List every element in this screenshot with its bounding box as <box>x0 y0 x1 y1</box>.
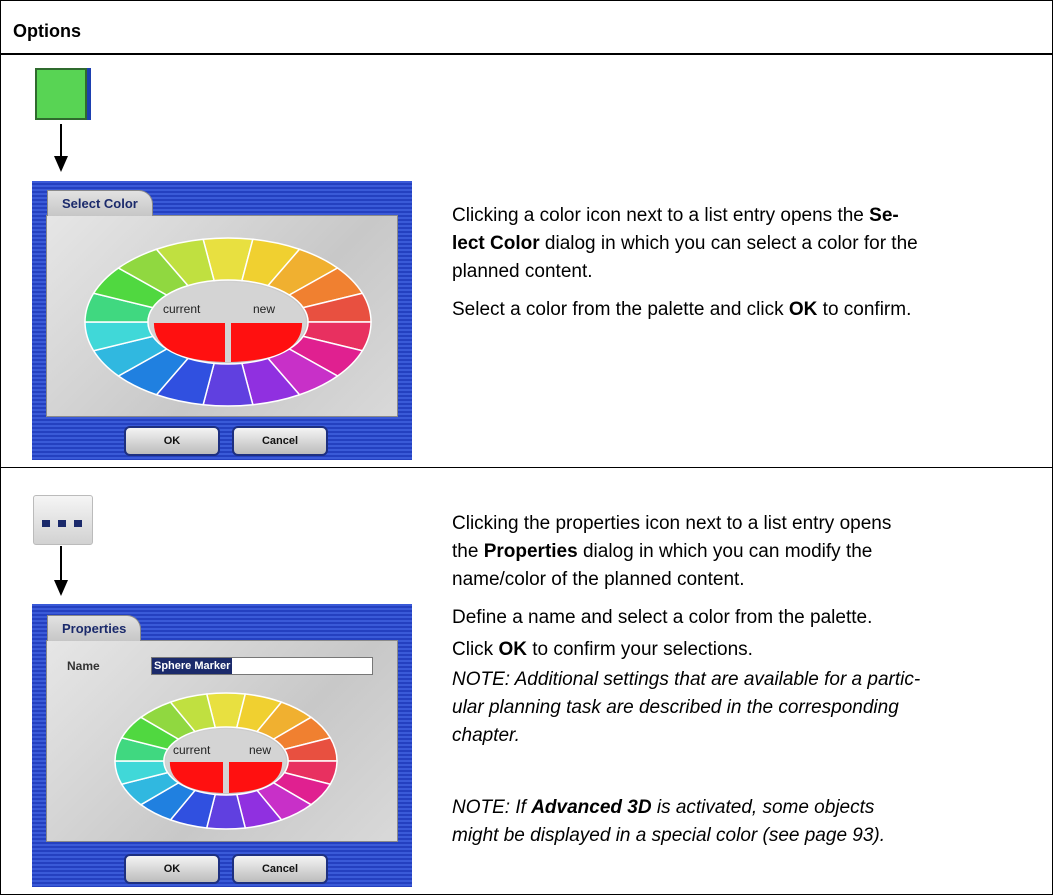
dialog-panel: Properties Name Sphere Marker current ne… <box>46 615 398 842</box>
dialog-panel: Select Color current new <box>46 190 398 417</box>
name-value: Sphere Marker <box>152 658 233 674</box>
cancel-button[interactable]: Cancel <box>232 426 328 456</box>
arrow-head-icon <box>54 156 68 172</box>
name-label: Name <box>67 659 100 673</box>
new-label: new <box>253 302 276 316</box>
dialog-tab[interactable]: Properties <box>47 615 142 641</box>
properties-icon[interactable] <box>33 495 93 545</box>
note-additional-settings: NOTE: Additional settings that are avail… <box>452 669 921 746</box>
row1-paragraph-2: Select a color from the palette and clic… <box>452 299 912 320</box>
arrow-down-icon <box>60 124 62 158</box>
cancel-button[interactable]: Cancel <box>232 854 328 884</box>
current-label: current <box>173 743 211 757</box>
ok-button[interactable]: OK <box>124 426 220 456</box>
color-swatch-icon[interactable] <box>35 68 87 120</box>
color-wheel[interactable] <box>113 691 339 831</box>
row1-paragraph-1: Clicking a color icon next to a list ent… <box>452 205 918 282</box>
name-input[interactable]: Sphere Marker <box>151 657 373 675</box>
select-color-dialog: Select Color current new OK Cancel <box>32 181 412 460</box>
table-header: Options <box>1 1 1052 55</box>
color-wheel[interactable] <box>83 236 373 408</box>
row2-paragraph-2: Define a name and select a color from th… <box>452 607 873 628</box>
current-label: current <box>163 302 201 316</box>
note-advanced-3d: NOTE: If Advanced 3D is activated, some … <box>452 797 886 846</box>
dialog-tab[interactable]: Select Color <box>47 190 153 216</box>
properties-dialog: Properties Name Sphere Marker current ne… <box>32 604 412 887</box>
header-title: Options <box>13 21 81 41</box>
row2-paragraph-3: Click OK to confirm your selections. <box>452 639 753 660</box>
row-separator <box>1 467 1052 468</box>
arrow-down-icon <box>60 546 62 582</box>
row2-paragraph-1: Clicking the properties icon next to a l… <box>452 513 892 590</box>
new-label: new <box>249 743 272 757</box>
arrow-head-icon <box>54 580 68 596</box>
ok-button[interactable]: OK <box>124 854 220 884</box>
